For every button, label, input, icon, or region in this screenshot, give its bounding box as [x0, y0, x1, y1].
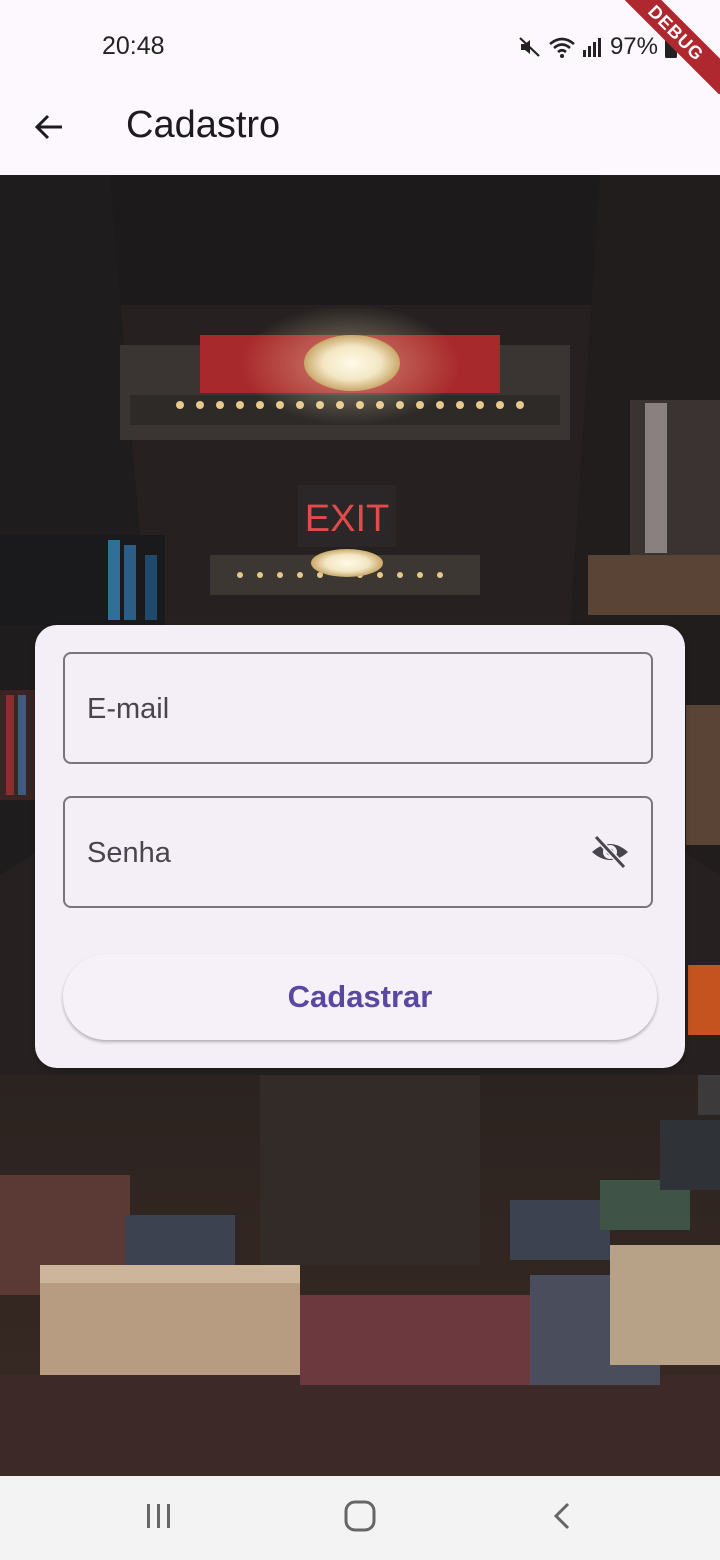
password-input[interactable] [85, 798, 569, 908]
recent-apps-icon [144, 1502, 174, 1535]
register-button[interactable]: Cadastrar [63, 954, 657, 1040]
visibility-off-icon [590, 834, 630, 875]
signal-icon [582, 35, 602, 59]
email-input[interactable] [85, 654, 569, 764]
svg-text:EXIT: EXIT [305, 498, 389, 540]
navigation-bar [0, 1476, 720, 1560]
home-icon [343, 1499, 377, 1538]
status-time: 20:48 [102, 32, 165, 60]
status-bar: 20:48 97% DEBUG [0, 0, 720, 113]
back-chevron-icon [550, 1501, 574, 1536]
arrow-back-icon [33, 111, 65, 148]
battery-percent: 97% [609, 33, 658, 60]
status-icons: 97% [518, 30, 678, 64]
home-button[interactable] [330, 1496, 390, 1540]
password-visibility-toggle[interactable] [589, 834, 631, 874]
signup-form-card: Cadastrar [35, 625, 685, 1068]
wifi-icon [548, 35, 576, 59]
email-field[interactable] [63, 652, 653, 764]
recent-apps-button[interactable] [129, 1496, 189, 1540]
nav-back-button[interactable] [532, 1496, 592, 1540]
password-field[interactable] [63, 796, 653, 908]
mute-icon [518, 35, 542, 59]
app-bar: Cadastro [0, 94, 720, 175]
register-button-label: Cadastrar [287, 979, 433, 1014]
back-button[interactable] [22, 102, 76, 156]
page-title: Cadastro [126, 104, 281, 146]
